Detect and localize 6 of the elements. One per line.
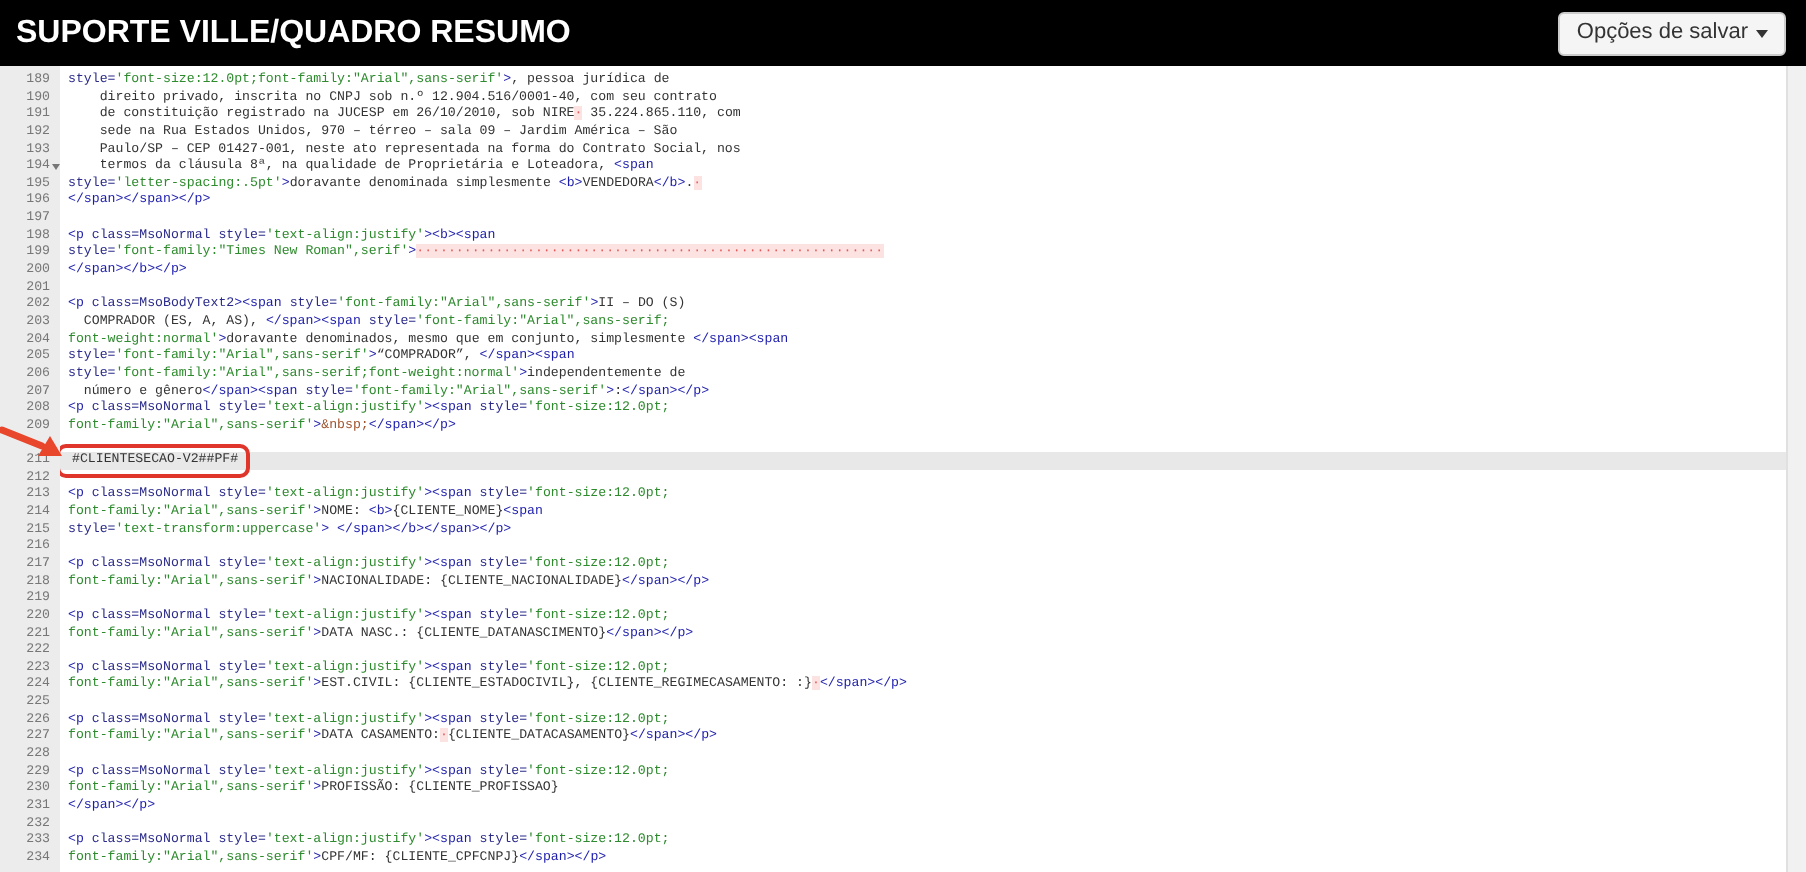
caret-icon — [1756, 29, 1768, 37]
page-title: SUPORTE VILLE/QUADRO RESUMO — [16, 13, 571, 53]
save-options-button[interactable]: Opções de salvar — [1558, 11, 1786, 55]
annotation-arrow — [0, 426, 62, 458]
scrollbar[interactable] — [1786, 66, 1806, 872]
fold-icon[interactable] — [52, 164, 60, 171]
